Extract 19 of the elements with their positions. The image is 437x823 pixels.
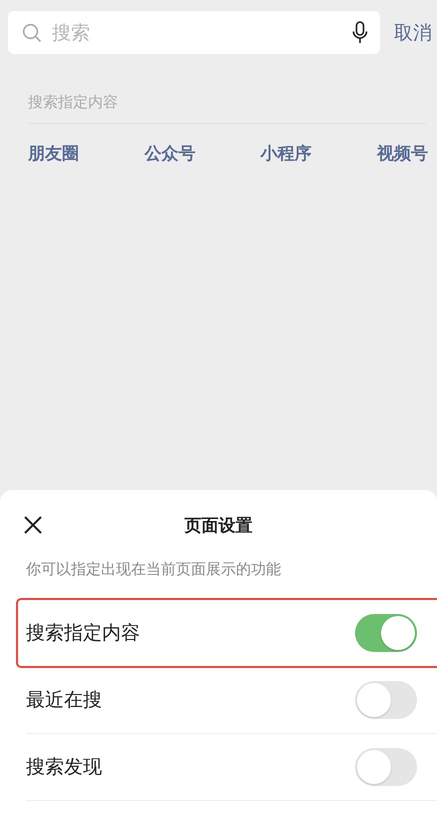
- sheet-title: 页面设置: [184, 516, 252, 536]
- category-link[interactable]: 视频号: [376, 142, 428, 165]
- category-link[interactable]: 小程序: [260, 142, 312, 165]
- search-bar[interactable]: 搜索: [8, 11, 380, 54]
- section-title: 搜索指定内容: [28, 93, 118, 113]
- search-field[interactable]: 搜索: [50, 20, 344, 44]
- category-link[interactable]: 朋友圈: [28, 142, 79, 165]
- sheet-description: 你可以指定出现在当前页面展示的功能: [25, 560, 282, 580]
- close-button[interactable]: [22, 514, 44, 536]
- toggle-switch[interactable]: [355, 681, 417, 719]
- microphone-icon[interactable]: [352, 20, 368, 44]
- option-label: 搜索发现: [26, 755, 102, 780]
- search-icon: [22, 22, 42, 42]
- option-label: 搜索指定内容: [26, 621, 140, 646]
- cancel-button[interactable]: 取消: [394, 20, 432, 46]
- toggle-switch[interactable]: [355, 748, 417, 786]
- toggle-switch[interactable]: [355, 614, 417, 652]
- option-label: 最近在搜: [26, 688, 102, 713]
- category-link[interactable]: 公众号: [144, 142, 196, 165]
